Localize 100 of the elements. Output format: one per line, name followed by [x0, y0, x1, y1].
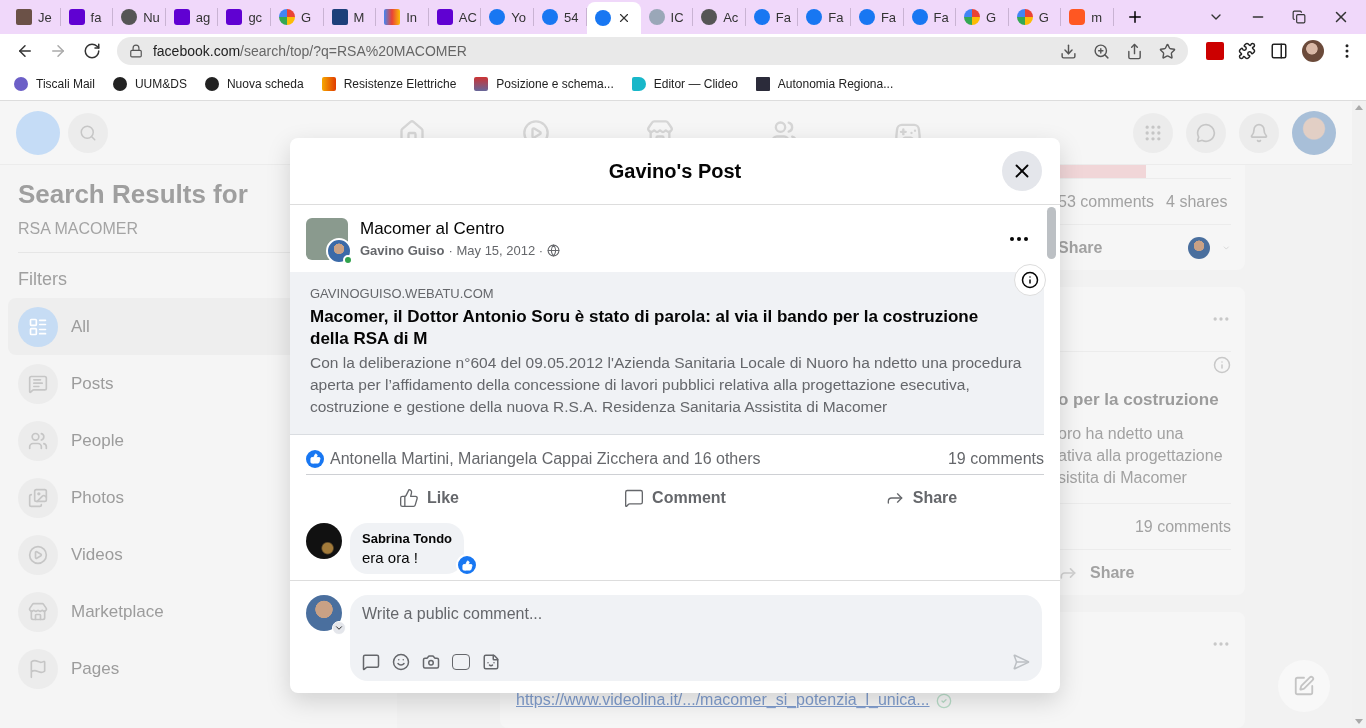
comment-button[interactable]: Comment [552, 479, 798, 517]
comment-input[interactable]: Write a public comment... [362, 605, 1030, 623]
bookmark-icon [474, 77, 489, 91]
post-date: · May 15, 2012 · [448, 243, 544, 258]
favicon-icon [68, 9, 85, 25]
caret-button[interactable] [332, 621, 346, 635]
browser-tab[interactable]: AC [428, 8, 482, 26]
bookmark-item[interactable]: Editor — Clideo [631, 77, 738, 91]
browser-tab[interactable]: G [270, 8, 324, 26]
comments-count[interactable]: 19 comments [947, 449, 1044, 468]
address-bar[interactable]: facebook.com/search/top/?q=RSA%20MACOMER [116, 37, 1188, 65]
browser-tab[interactable]: G [1008, 8, 1062, 26]
side-panel-icon[interactable] [1270, 42, 1288, 60]
browser-tab[interactable]: Fa [798, 8, 851, 26]
bookmark-item[interactable]: Autonomia Regiona... [755, 77, 894, 91]
more-button[interactable] [1010, 236, 1028, 241]
bookmark-item[interactable]: UUM&DS [112, 77, 187, 91]
bookmark-item[interactable]: Tiscali Mail [14, 77, 95, 91]
favicon-icon [1069, 9, 1086, 25]
browser-tab[interactable]: Fa [745, 8, 799, 26]
zoom-icon[interactable] [1093, 42, 1110, 60]
comment-text: era ora ! [362, 549, 419, 566]
favicon-icon [911, 9, 928, 25]
bookmark-icon [112, 77, 127, 91]
favicon-icon [489, 9, 506, 25]
more-icon [1010, 236, 1028, 241]
camera-icon[interactable] [422, 653, 440, 671]
thumbs-up-icon [309, 453, 321, 464]
bookmark-icon [321, 77, 336, 91]
browser-tab[interactable]: 54 [533, 8, 587, 26]
link-preview[interactable] [290, 272, 1044, 435]
browser-tab[interactable]: M [323, 8, 377, 26]
favicon-icon [594, 10, 611, 26]
dialog-title: Gavino's Post [608, 159, 742, 183]
reactions-names[interactable]: Antonella Martini, Mariangela Cappai Zicchera and 16 others [330, 449, 761, 468]
info-button[interactable] [1014, 264, 1046, 296]
link-description: sistita di Macomer [1058, 469, 1187, 487]
favicon-icon [436, 9, 453, 25]
comment-icon [624, 488, 645, 508]
bookmark-icon [14, 77, 28, 91]
favicon-icon [226, 9, 243, 25]
extensions-icon[interactable] [1238, 42, 1256, 60]
download-icon[interactable] [1060, 42, 1077, 60]
profile-avatar[interactable] [1302, 40, 1324, 62]
thumbs-up-icon [461, 559, 473, 571]
browser-tab[interactable]: m [1061, 8, 1114, 26]
filters-label: Filters [18, 269, 68, 290]
favicon-icon [701, 9, 718, 25]
browser-tab[interactable]: Nu [113, 8, 166, 26]
marketplace-icon [18, 591, 58, 632]
browser-tab[interactable]: Ac [693, 8, 746, 26]
bookmark-item[interactable]: Nuova scheda [204, 77, 304, 91]
share-button[interactable]: Share [798, 479, 1044, 517]
browser-tab[interactable]: fa [60, 8, 114, 26]
browser-tab[interactable]: ag [165, 8, 219, 26]
emoji-icon[interactable] [392, 653, 410, 671]
browser-tab[interactable]: G [956, 8, 1009, 26]
comment-box[interactable]: Write a public comment... [350, 595, 1042, 681]
caret-icon [334, 623, 344, 633]
browser-tab[interactable]: Fa [850, 8, 904, 26]
avatar-sticker-icon[interactable] [362, 653, 380, 671]
share-icon[interactable] [1126, 42, 1143, 60]
browser-tab[interactable]: gc [218, 8, 271, 26]
compose-icon [1293, 675, 1315, 697]
globe-icon [547, 244, 561, 257]
search-icon [79, 123, 97, 142]
posts-icon [18, 363, 58, 404]
scrollbar-thumb[interactable] [1047, 207, 1056, 259]
bookmark-icon [204, 77, 219, 91]
browser-tab[interactable]: In [376, 8, 429, 26]
commenter-avatar[interactable] [306, 523, 342, 559]
browser-tab[interactable]: IC [640, 8, 694, 26]
bookmark-item[interactable]: Posizione e schema... [474, 77, 614, 91]
user-avatar[interactable] [306, 595, 342, 631]
favicon-icon [278, 9, 295, 25]
reload-icon [83, 42, 102, 60]
close-button[interactable] [1002, 151, 1042, 191]
videos-icon [18, 534, 58, 575]
bookmark-icon [755, 77, 770, 91]
avatar [1188, 236, 1211, 259]
browser-tab[interactable]: Yo [481, 8, 534, 26]
sticker-icon[interactable] [482, 653, 500, 671]
bookmark-icon [631, 77, 646, 91]
lock-icon [128, 44, 143, 58]
link-domain: GAVINOGUISO.WEBATU.COM [310, 286, 495, 301]
browser-tab[interactable]: Je [8, 8, 61, 26]
link-description: ativa alla progettazione [1058, 447, 1223, 465]
favicon-icon [648, 9, 665, 25]
like-icon [399, 488, 419, 508]
bookmark-star-icon[interactable] [1159, 42, 1176, 60]
restore-icon[interactable] [1292, 10, 1306, 24]
favicon-icon [331, 9, 348, 25]
browser-tab[interactable]: Fa [903, 8, 957, 26]
comment-author[interactable]: Sabrina Tondo [362, 531, 453, 546]
favicon-icon [541, 9, 558, 25]
bookmark-item[interactable]: Resistenze Elettriche [321, 77, 457, 91]
browser-tab[interactable] [586, 2, 641, 34]
favicon-icon [1016, 9, 1033, 25]
pages-icon [18, 648, 58, 689]
favicon-icon [858, 9, 875, 25]
